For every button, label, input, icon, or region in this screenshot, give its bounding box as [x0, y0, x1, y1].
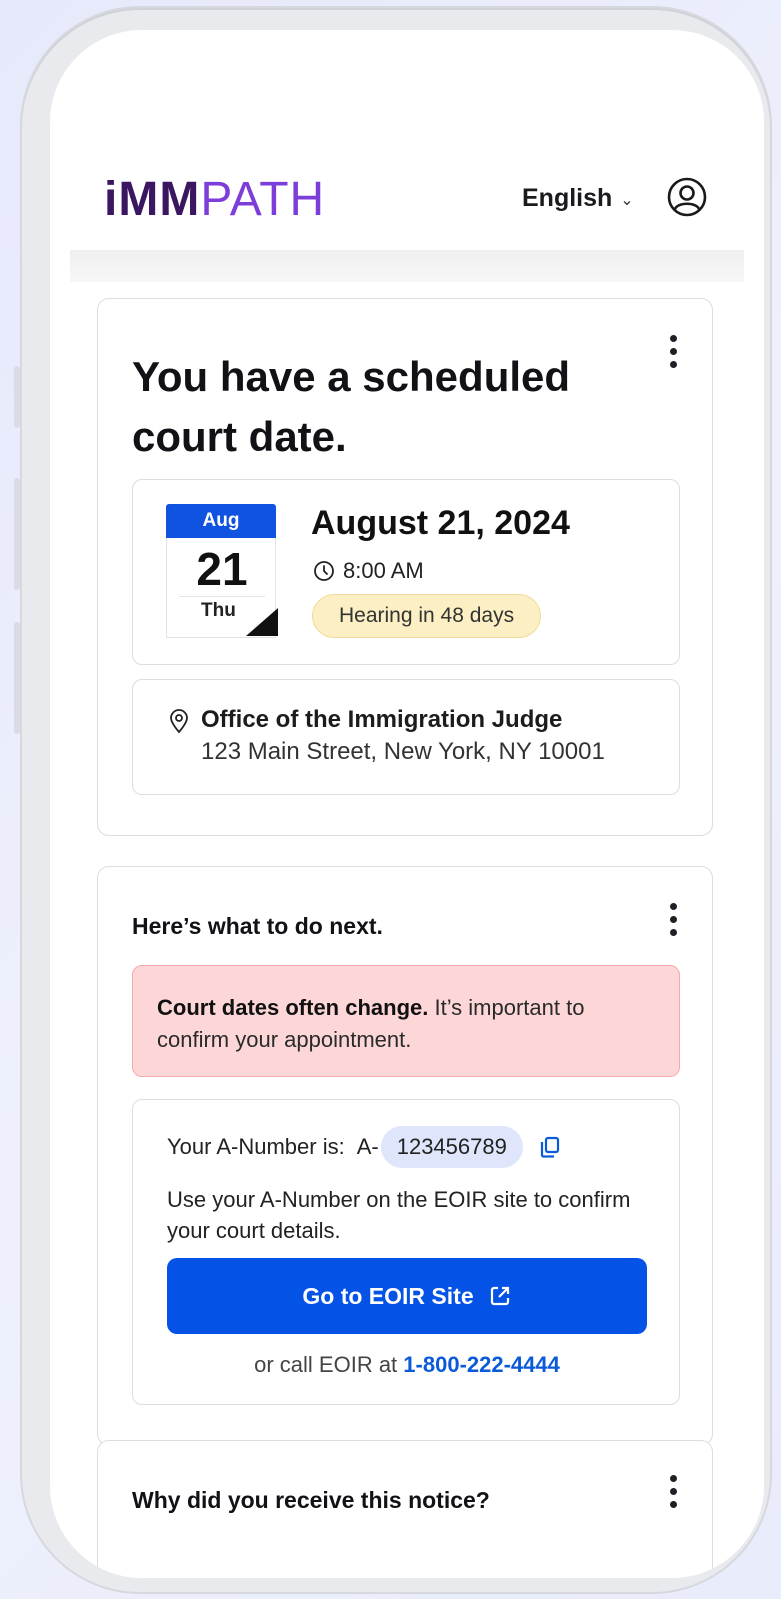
calendar-icon: Aug 21 Thu — [166, 504, 278, 638]
calendar-page-fold — [246, 608, 278, 636]
phone-screen: iMMPATH English ⌄ You have a scheduled c… — [50, 30, 764, 1578]
calendar-day: 21 — [196, 543, 248, 595]
next-steps-card: Here’s what to do next. Court dates ofte… — [97, 866, 713, 1446]
map-pin-icon — [170, 709, 188, 734]
eoir-button-label: Go to EOIR Site — [302, 1282, 474, 1309]
court-location-name: Office of the Immigration Judge — [201, 706, 563, 733]
call-prefix: or call EOIR at — [254, 1352, 398, 1377]
court-date-title: You have a scheduled court date. — [132, 353, 571, 460]
language-selector[interactable]: English ⌄ — [522, 184, 634, 213]
a-number-label: Your A-Number is: — [167, 1134, 345, 1159]
header-shadow — [70, 250, 744, 282]
hearing-countdown-badge: Hearing in 48 days — [312, 594, 542, 638]
court-location-address: 123 Main Street, New York, NY 10001 — [201, 738, 605, 765]
call-eoir-line: or call EOIR at 1-800-222-4444 — [133, 1352, 681, 1378]
eoir-phone-link[interactable]: 1-800-222-4444 — [403, 1352, 560, 1377]
more-options-icon[interactable] — [668, 1475, 678, 1508]
phone-side-button — [14, 366, 20, 428]
a-number-prefix: A- — [356, 1134, 379, 1159]
immpath-logo[interactable]: iMMPATH — [104, 172, 325, 227]
hearing-date: August 21, 2024 — [311, 504, 570, 542]
calendar-weekday: Thu — [201, 600, 236, 621]
court-change-alert: Court dates often change. It’s important… — [132, 965, 680, 1077]
hearing-time-text: 8:00 AM — [343, 558, 424, 583]
notice-reason-title: Why did you receive this notice? — [132, 1487, 490, 1513]
logo-bold-text: iMM — [104, 173, 201, 226]
logo-light-text: PATH — [200, 173, 326, 226]
app-header: iMMPATH English ⌄ — [50, 150, 764, 250]
external-link-icon — [490, 1286, 509, 1306]
a-number-row: Your A-Number is: A- 123456789 — [167, 1126, 561, 1168]
notice-reason-card: Why did you receive this notice? — [97, 1440, 713, 1578]
chevron-down-icon: ⌄ — [620, 191, 634, 209]
clock-icon — [314, 561, 334, 581]
court-location-box: Office of the Immigration Judge 123 Main… — [132, 679, 680, 795]
a-number-description: Use your A-Number on the EOIR site to co… — [167, 1187, 631, 1243]
a-number-box: Your A-Number is: A- 123456789 Use your … — [132, 1099, 680, 1405]
calendar-month: Aug — [166, 504, 276, 538]
language-label: English — [522, 184, 613, 212]
phone-side-button — [14, 478, 20, 590]
alert-bold-text: Court dates often change. — [157, 995, 429, 1020]
more-options-icon[interactable] — [668, 335, 678, 368]
hearing-time: 8:00 AM — [313, 558, 424, 584]
more-options-icon[interactable] — [668, 903, 678, 936]
a-number-value: 123456789 — [380, 1126, 523, 1168]
court-date-card: You have a scheduled court date. Aug 21 … — [97, 298, 713, 836]
copy-icon[interactable] — [539, 1135, 561, 1159]
hearing-date-box: Aug 21 Thu August 21, 2024 8:00 AM Heari… — [132, 479, 680, 665]
phone-side-button — [14, 622, 20, 734]
user-account-icon[interactable] — [666, 176, 708, 218]
next-steps-title: Here’s what to do next. — [132, 913, 383, 939]
go-to-eoir-button[interactable]: Go to EOIR Site — [167, 1258, 647, 1334]
